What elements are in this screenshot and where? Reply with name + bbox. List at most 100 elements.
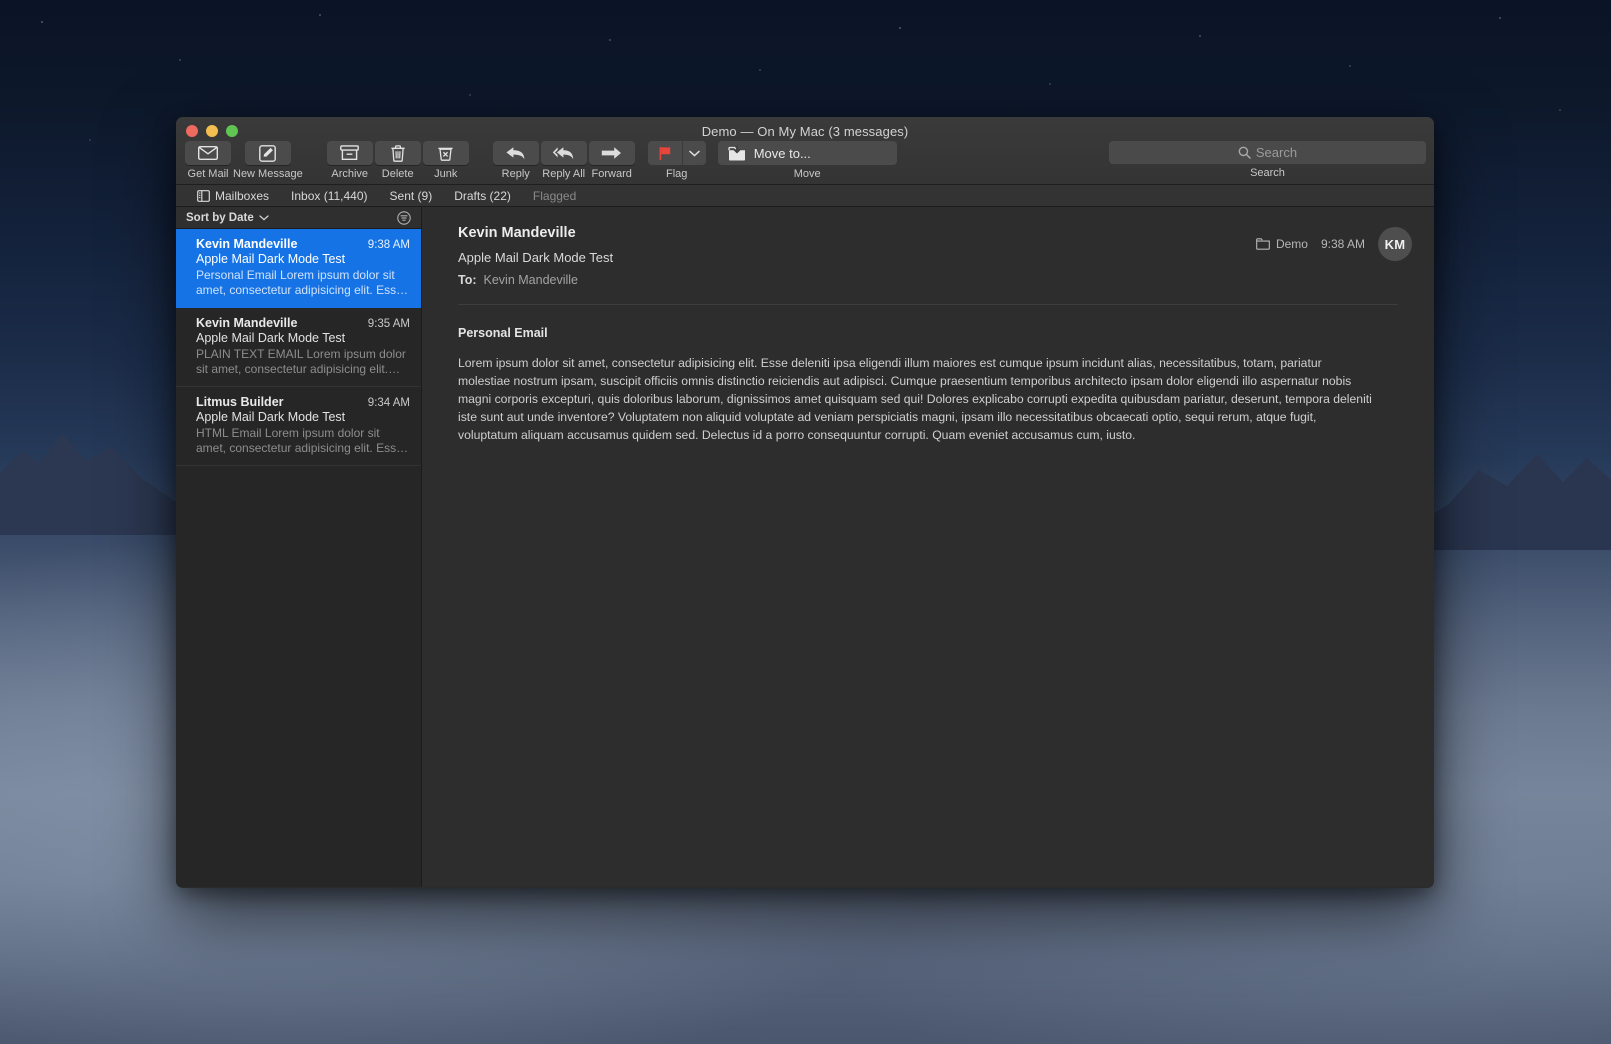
- message-header: Kevin Mandeville Apple Mail Dark Mode Te…: [458, 225, 1412, 287]
- message-subject: Apple Mail Dark Mode Test: [196, 331, 346, 345]
- search-group[interactable]: Search Search: [1109, 141, 1426, 179]
- favorite-item-drafts-label: Drafts (22): [454, 188, 511, 203]
- move-group-label: Move: [793, 168, 821, 180]
- message-list[interactable]: Kevin Mandeville 9:38 AM Apple Mail Dark…: [176, 229, 421, 887]
- forward-arrow-icon: [602, 147, 622, 159]
- message-header-recipients: To: Kevin Mandeville: [458, 273, 1256, 287]
- message-list-item[interactable]: Kevin Mandeville 9:35 AM Apple Mail Dark…: [176, 308, 421, 387]
- favorite-item-drafts[interactable]: Drafts (22): [443, 189, 522, 203]
- get-mail-icon-wrap[interactable]: [185, 141, 231, 165]
- flag-split-button[interactable]: [647, 141, 706, 165]
- message-snippet: PLAIN TEXT EMAIL Lorem ipsum dolor sit a…: [196, 347, 406, 376]
- chevron-down-icon: [688, 150, 700, 157]
- message-header-time: 9:38 AM: [1320, 237, 1365, 251]
- search-group-label: Search: [1250, 167, 1285, 179]
- flag-label: Flag: [666, 168, 688, 180]
- favorite-item-flagged-label: Flagged: [532, 188, 577, 203]
- move-to-icon: [728, 144, 745, 160]
- mail-window: Demo — On My Mac (3 messages) Get Mail N…: [176, 117, 1434, 888]
- forward-button[interactable]: Forward: [588, 141, 635, 180]
- sidebar-item-mailboxes[interactable]: Mailboxes: [186, 189, 280, 203]
- flag-main-button[interactable]: [648, 141, 682, 165]
- message-header-left: Kevin Mandeville Apple Mail Dark Mode Te…: [458, 225, 1256, 287]
- delete-icon-wrap[interactable]: [374, 141, 421, 165]
- message-subject: Apple Mail Dark Mode Test: [196, 410, 346, 424]
- new-message-button[interactable]: New Message: [233, 141, 303, 180]
- mailbox-badge-label: Demo: [1275, 237, 1308, 251]
- search-placeholder: Search: [1255, 145, 1298, 160]
- search-input[interactable]: Search: [1109, 141, 1426, 164]
- forward-label: Forward: [591, 168, 632, 180]
- compose-icon: [259, 144, 277, 162]
- move-to-label: Move to...: [753, 145, 811, 161]
- sort-bar: Sort by Date: [176, 207, 421, 229]
- flag-menu-button[interactable]: [681, 141, 706, 165]
- new-message-icon-wrap[interactable]: [244, 141, 291, 165]
- to-value[interactable]: Kevin Mandeville: [484, 273, 579, 287]
- search-icon: [1238, 146, 1251, 159]
- sort-by-date-button[interactable]: Sort by Date: [186, 212, 269, 224]
- message-sender: Litmus Builder: [196, 395, 284, 409]
- message-body-heading: Personal Email: [458, 326, 548, 340]
- message-row-top: Kevin Mandeville 9:38 AM: [196, 237, 410, 251]
- message-row-top: Litmus Builder 9:34 AM: [196, 395, 410, 409]
- junk-button[interactable]: Junk: [422, 141, 469, 180]
- toolbar-buttons: Get Mail New Message Archive Delete Junk…: [184, 141, 1426, 180]
- filter-icon: [397, 210, 411, 225]
- message-body: Personal Email Lorem ipsum dolor sit ame…: [458, 305, 1412, 444]
- reply-all-button[interactable]: Reply All: [540, 141, 587, 180]
- message-list-item[interactable]: Kevin Mandeville 9:38 AM Apple Mail Dark…: [176, 229, 421, 308]
- message-list-item[interactable]: Litmus Builder 9:34 AM Apple Mail Dark M…: [176, 387, 421, 466]
- reply-all-icon-wrap[interactable]: [540, 141, 587, 165]
- flag-icon: [659, 146, 670, 160]
- favorite-item-inbox[interactable]: Inbox (11,440): [280, 189, 379, 203]
- message-header-subject: Apple Mail Dark Mode Test: [458, 250, 614, 265]
- junk-icon-wrap[interactable]: [422, 141, 469, 165]
- favorite-item-flagged[interactable]: Flagged: [522, 189, 587, 203]
- chevron-down-icon: [259, 214, 269, 220]
- get-mail-label: Get Mail: [187, 168, 229, 180]
- archive-box-icon: [340, 145, 360, 160]
- archive-button[interactable]: Archive: [326, 141, 373, 180]
- reply-all-label: Reply All: [542, 168, 586, 180]
- move-to-button[interactable]: Move to...: [717, 141, 897, 165]
- mailbox-badge[interactable]: Demo: [1256, 237, 1308, 251]
- message-time: 9:34 AM: [367, 397, 410, 409]
- archive-label: Archive: [331, 168, 369, 180]
- message-row-top: Kevin Mandeville 9:35 AM: [196, 316, 410, 330]
- favorite-item-inbox-label: Inbox (11,440): [291, 188, 368, 203]
- move-button-group[interactable]: Move to... Move: [717, 141, 897, 180]
- message-time: 9:38 AM: [367, 239, 410, 251]
- archive-icon-wrap[interactable]: [326, 141, 373, 165]
- window-content: Sort by Date Kevin Mandeville 9:38 AM Ap…: [176, 207, 1434, 887]
- message-subject: Apple Mail Dark Mode Test: [196, 252, 346, 266]
- reply-label: Reply: [501, 168, 530, 180]
- message-snippet: HTML Email Lorem ipsum dolor sit amet, c…: [196, 426, 409, 455]
- delete-button[interactable]: Delete: [374, 141, 421, 180]
- message-time: 9:35 AM: [367, 318, 410, 330]
- avatar: KM: [1378, 227, 1412, 261]
- desktop-wallpaper: Demo — On My Mac (3 messages) Get Mail N…: [0, 0, 1611, 1044]
- reply-all-arrow-icon: [553, 147, 574, 160]
- filter-button[interactable]: [397, 210, 411, 225]
- reply-button[interactable]: Reply: [492, 141, 539, 180]
- folder-icon: [1256, 238, 1270, 250]
- favorite-item-sent[interactable]: Sent (9): [379, 189, 444, 203]
- delete-label: Delete: [381, 168, 414, 180]
- get-mail-button[interactable]: Get Mail: [185, 141, 231, 180]
- forward-icon-wrap[interactable]: [588, 141, 635, 165]
- reply-icon-wrap[interactable]: [492, 141, 539, 165]
- message-body-text: Lorem ipsum dolor sit amet, consectetur …: [458, 356, 1372, 443]
- sidebar-item-mailboxes-label: Mailboxes: [215, 188, 270, 203]
- sort-by-date-label: Sort by Date: [186, 211, 254, 224]
- favorites-bar: Mailboxes Inbox (11,440) Sent (9) Drafts…: [176, 185, 1434, 207]
- new-message-label: New Message: [233, 168, 303, 180]
- flag-button-group[interactable]: Flag: [647, 141, 706, 180]
- to-label: To:: [458, 273, 477, 287]
- envelope-icon: [198, 146, 218, 160]
- junk-bin-icon: [438, 147, 453, 161]
- favorite-item-sent-label: Sent (9): [389, 188, 433, 203]
- message-header-sender: Kevin Mandeville: [458, 225, 576, 241]
- message-list-column: Sort by Date Kevin Mandeville 9:38 AM Ap…: [176, 207, 422, 887]
- reading-pane: Kevin Mandeville Apple Mail Dark Mode Te…: [422, 207, 1434, 887]
